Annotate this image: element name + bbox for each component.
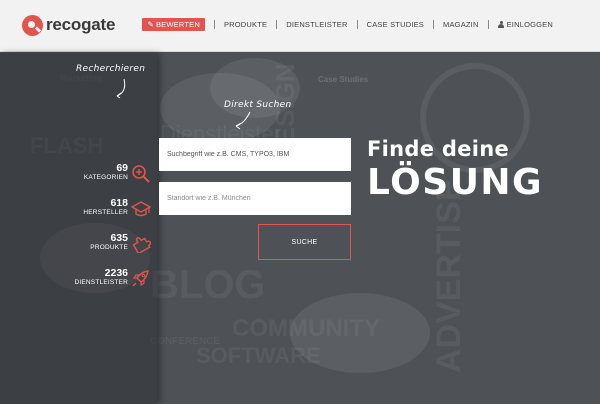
stat-label: DIENSTLEISTER: [74, 279, 128, 286]
watermark-text: Case Studies: [318, 75, 369, 84]
recherchieren-heading: Recherchieren: [76, 64, 146, 74]
nav-einloggen[interactable]: EINLOGGEN: [489, 20, 562, 29]
nav-bewerten[interactable]: ✎ BEWERTEN: [142, 17, 205, 31]
stat-hersteller[interactable]: 618 HERSTELLER: [0, 197, 128, 217]
stat-value: 69: [116, 162, 128, 174]
logo[interactable]: recogate: [22, 13, 115, 37]
edit-icon: ✎: [147, 19, 154, 29]
stat-value: 618: [110, 197, 128, 209]
nav-produkte[interactable]: PRODUKTE: [215, 20, 276, 29]
user-icon: [498, 20, 505, 28]
watermark-text: ADVERTISE: [430, 178, 468, 373]
hero-headline-big: LÖSUNG: [367, 162, 544, 203]
graduation-cap-icon: [131, 201, 151, 217]
watermark-text: BLOG: [150, 263, 266, 307]
stat-label: HERSTELLER: [83, 209, 128, 216]
location-input[interactable]: [159, 182, 351, 215]
direkt-suchen-heading: Direkt Suchen: [224, 100, 292, 110]
search-plus-icon: [132, 165, 150, 183]
puzzle-icon: [132, 237, 151, 253]
rocket-icon: [132, 270, 149, 287]
stat-kategorien[interactable]: 69 KATEGORIEN: [0, 162, 128, 182]
stat-produkte[interactable]: 635 PRODUKTE: [0, 232, 128, 252]
top-header: recogate ✎ BEWERTEN PRODUKTE DIENSTLEISTE…: [0, 0, 600, 52]
curved-arrow-icon: [235, 111, 251, 130]
stat-label: KATEGORIEN: [83, 174, 128, 181]
curved-arrow-icon: [116, 78, 126, 99]
stat-dienstleister[interactable]: 2236 DIENSTLEISTER: [0, 267, 128, 287]
search-query-input[interactable]: [159, 138, 351, 171]
stats-panel: [0, 53, 157, 404]
watermark-text: COMMUNITY: [232, 315, 380, 342]
nav-bewerten-label: BEWERTEN: [155, 19, 200, 29]
nav-case-studies[interactable]: CASE STUDIES: [358, 20, 433, 29]
hero-headline-small: Finde deine: [367, 137, 510, 161]
search-button[interactable]: SUCHE: [258, 224, 351, 260]
stat-value: 635: [110, 232, 128, 244]
logo-icon: [22, 14, 43, 36]
stat-value: 2236: [104, 267, 128, 279]
nav-magazin[interactable]: MAGAZIN: [434, 20, 488, 29]
nav-einloggen-label: EINLOGGEN: [506, 19, 553, 29]
logo-text: recogate: [46, 15, 116, 34]
main-nav: ✎ BEWERTEN PRODUKTE DIENSTLEISTER CASE ST…: [142, 17, 562, 31]
stat-label: PRODUKTE: [90, 244, 128, 251]
nav-dienstleister[interactable]: DIENSTLEISTER: [277, 20, 356, 29]
watermark-text: CONFERENCE: [150, 336, 221, 347]
